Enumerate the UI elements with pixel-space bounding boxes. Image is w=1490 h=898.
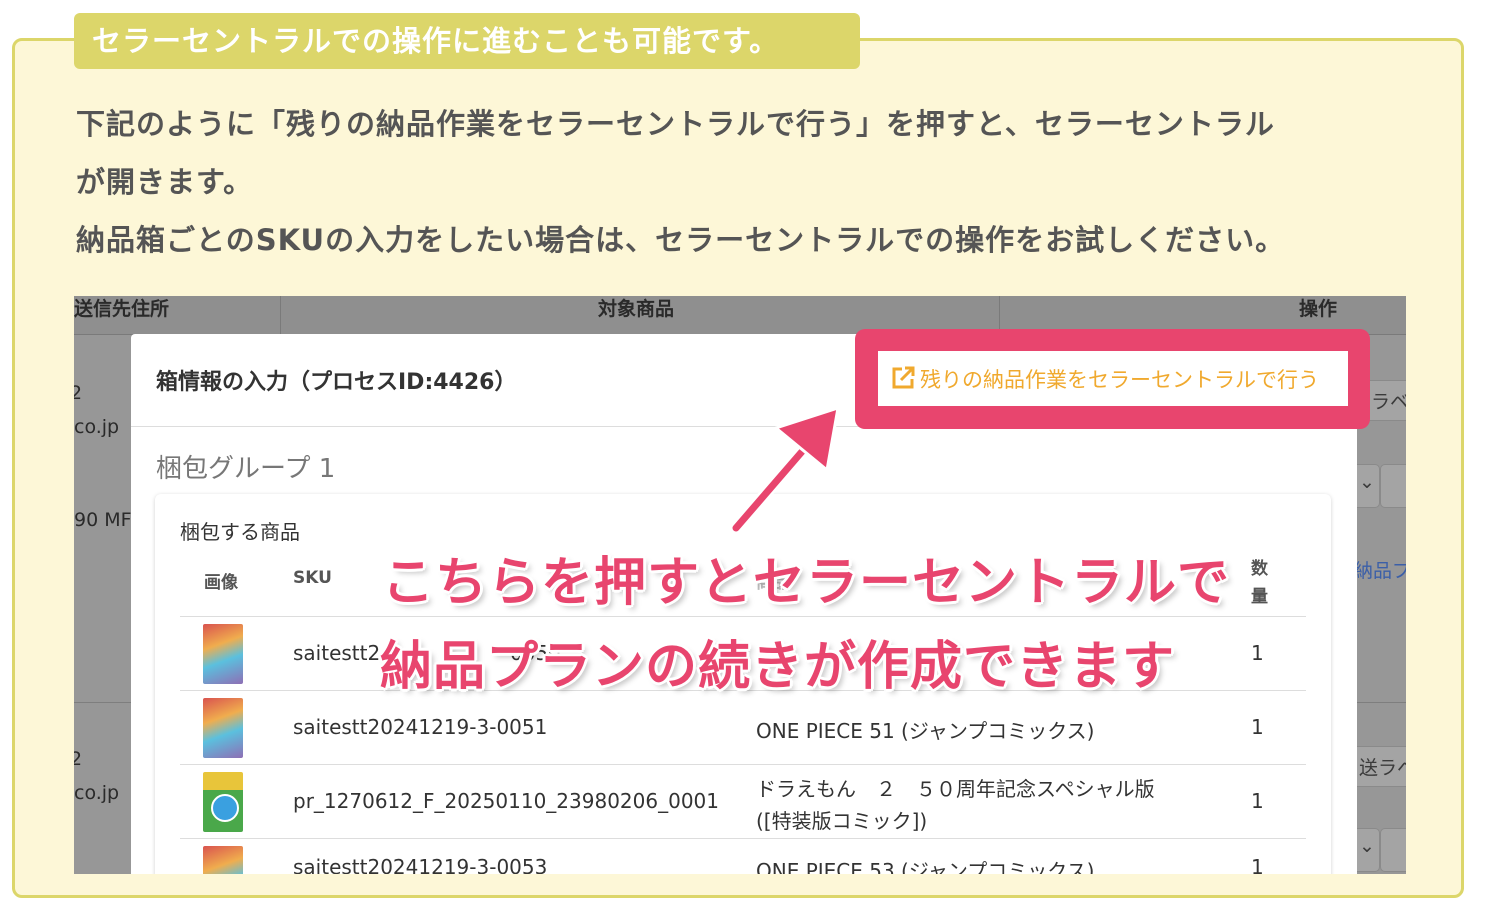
- row-qty: 1: [1251, 855, 1264, 874]
- row-product-name: ONE PIECE 53 (ジャンプコミックス): [756, 859, 1095, 874]
- bg-fragment: co.jp: [74, 782, 120, 804]
- column-qty-1: 数: [1251, 559, 1268, 579]
- continue-in-seller-central-button[interactable]: 残りの納品作業をセラーセントラルで行う: [878, 351, 1348, 406]
- column-qty-2: 量: [1251, 587, 1268, 607]
- modal-title: 箱情報の入力（プロセスID:4426）: [156, 370, 517, 395]
- bg-label-button: 送ラベ: [1350, 746, 1406, 787]
- chevron-down-icon: ⌄: [1359, 471, 1375, 493]
- product-thumbnail: [203, 772, 243, 832]
- product-thumbnail: [203, 624, 243, 684]
- row-sku: saitestt2: [293, 641, 381, 665]
- product-thumbnail: [203, 846, 243, 874]
- row-qty: 1: [1251, 789, 1264, 813]
- header-actions: 操作: [1299, 298, 1338, 320]
- product-thumbnail: [203, 698, 243, 758]
- table-row: saitestt20241219-3-0051 ONE PIECE 51 (ジャ…: [180, 690, 1306, 765]
- table-row: pr_1270612_F_20250110_23980206_0001 ドラえも…: [180, 764, 1306, 839]
- callout-line-2: 納品プランの続きが作成できます: [380, 637, 1176, 697]
- cta-label: 残りの納品作業をセラーセントラルで行う: [920, 368, 1319, 392]
- callout-line-1: こちらを押すとセラーセントラルで: [382, 553, 1231, 613]
- row-product-name-2: ([特装版コミック]): [756, 809, 928, 833]
- bg-fragment: co.jp: [74, 416, 120, 438]
- bg-label-button-text: ラベ: [1371, 391, 1406, 413]
- header-products: 対象商品: [598, 298, 675, 320]
- row-qty: 1: [1251, 715, 1264, 739]
- row-sku: saitestt20241219-3-0053: [293, 855, 548, 874]
- bg-button: [1380, 464, 1406, 508]
- card-heading: 梱包する商品: [180, 520, 300, 544]
- row-sku: pr_1270612_F_20250110_23980206_0001: [293, 789, 719, 813]
- bg-fragment: 2: [74, 748, 83, 770]
- bg-fragment: 2: [74, 382, 83, 404]
- note-line-1: 下記のように「残りの納品作業をセラーセントラルで行う」を押すと、セラーセントラル: [76, 107, 1275, 141]
- table-row: saitestt20241219-3-0053 ONE PIECE 53 (ジャ…: [180, 838, 1306, 874]
- note-line-2: が開きます。: [76, 165, 254, 199]
- row-qty: 1: [1251, 641, 1264, 665]
- external-link-icon: [892, 366, 915, 389]
- row-sku: saitestt20241219-3-0051: [293, 715, 548, 739]
- row-product-name: ONE PIECE 51 (ジャンプコミックス): [756, 719, 1095, 743]
- header-divider: [280, 296, 281, 334]
- column-sku: SKU: [293, 568, 332, 588]
- bg-link: 納品プ: [1354, 560, 1406, 582]
- note-tab-title: セラーセントラルでの操作に進むことも可能です。: [74, 13, 860, 69]
- chevron-down-icon: ⌄: [1359, 835, 1375, 857]
- cta-highlight: 残りの納品作業をセラーセントラルで行う: [855, 329, 1370, 429]
- header-address: 送信先住所: [74, 298, 170, 320]
- bg-fragment: 90 MF: [74, 509, 132, 531]
- row-product-name: ドラえもん ２ ５０周年記念スペシャル版: [756, 777, 1155, 801]
- column-image: 画像: [204, 573, 238, 593]
- packing-group-title: 梱包グループ 1: [156, 454, 336, 484]
- bg-button: [1380, 828, 1406, 872]
- bg-label-button-text: 送ラベ: [1359, 757, 1406, 779]
- note-line-3: 納品箱ごとのSKUの入力をしたい場合は、セラーセントラルでの操作をお試しください…: [76, 223, 1286, 257]
